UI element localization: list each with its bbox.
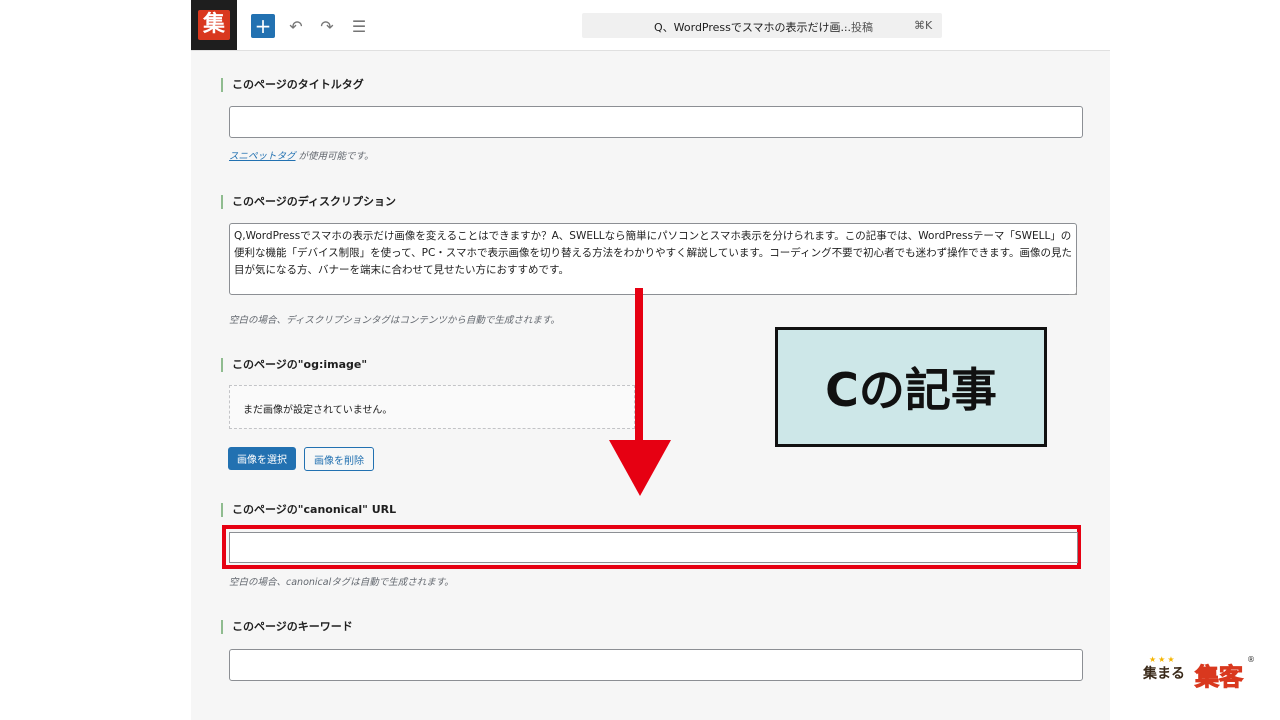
red-arrow-shaft <box>635 288 643 448</box>
canonical-help: 空白の場合、canonicalタグは自動で生成されます。 <box>229 577 454 588</box>
plus-icon: + <box>254 14 272 38</box>
og-image-preview: まだ画像が設定されていません。 <box>229 385 635 429</box>
description-help: 空白の場合、ディスクリプションタグはコンテンツから自動で生成されます。 <box>229 315 560 326</box>
keywords-label: このページのキーワード <box>221 620 353 634</box>
description-textarea[interactable]: Q,WordPressでスマホの表示だけ画像を変えることはできますか？A、SWE… <box>229 223 1077 295</box>
canonical-url-input[interactable] <box>229 532 1078 563</box>
select-image-button[interactable]: 画像を選択 <box>228 447 296 470</box>
delete-image-button[interactable]: 画像を削除 <box>304 447 374 471</box>
undo-icon: ↶ <box>289 16 303 36</box>
registered-mark: ® <box>1247 655 1255 664</box>
list-view-icon: ☰ <box>351 16 367 36</box>
brand-main-text: 集客 <box>1195 663 1244 692</box>
site-logo[interactable]: 集 <box>191 0 237 50</box>
description-label: このページのディスクリプション <box>221 195 396 209</box>
title-tag-input[interactable] <box>229 106 1083 138</box>
brand-prefix: 集まる <box>1143 666 1185 682</box>
shortcut-hint: ⌘K <box>914 19 933 32</box>
command-palette-bar[interactable]: Q、WordPressでスマホの表示だけ画... · 投稿 ⌘K <box>582 13 942 38</box>
article-callout: Cの記事 <box>775 327 1047 447</box>
title-tag-help-text: が使用可能です。 <box>295 151 374 162</box>
canonical-label: このページの"canonical" URL <box>221 503 396 517</box>
textarea-resize-handle[interactable] <box>1069 287 1077 295</box>
document-overview-button[interactable]: ☰ <box>347 14 371 38</box>
og-image-label: このページの"og:image" <box>221 358 367 372</box>
callout-text: Cの記事 <box>825 363 997 417</box>
site-logo-icon: 集 <box>198 10 230 40</box>
og-image-empty-text: まだ画像が設定されていません。 <box>243 405 393 416</box>
snippet-tag-link[interactable]: スニペットタグ <box>229 151 296 162</box>
add-block-button[interactable]: + <box>251 14 275 38</box>
red-arrow-down-icon <box>609 440 671 496</box>
title-tag-help: スニペットタグ が使用可能です。 <box>229 148 374 162</box>
title-tag-label: このページのタイトルタグ <box>221 78 364 92</box>
undo-button[interactable]: ↶ <box>284 14 308 38</box>
brand-logo: ★★★ 集まる 集客 ® <box>1143 655 1255 692</box>
keywords-input[interactable] <box>229 649 1083 681</box>
redo-icon: ↷ <box>320 16 334 36</box>
redo-button[interactable]: ↷ <box>315 14 339 38</box>
post-type-text: · 投稿 <box>844 21 873 34</box>
post-title-text: Q、WordPressでスマホの表示だけ画... <box>654 21 852 34</box>
